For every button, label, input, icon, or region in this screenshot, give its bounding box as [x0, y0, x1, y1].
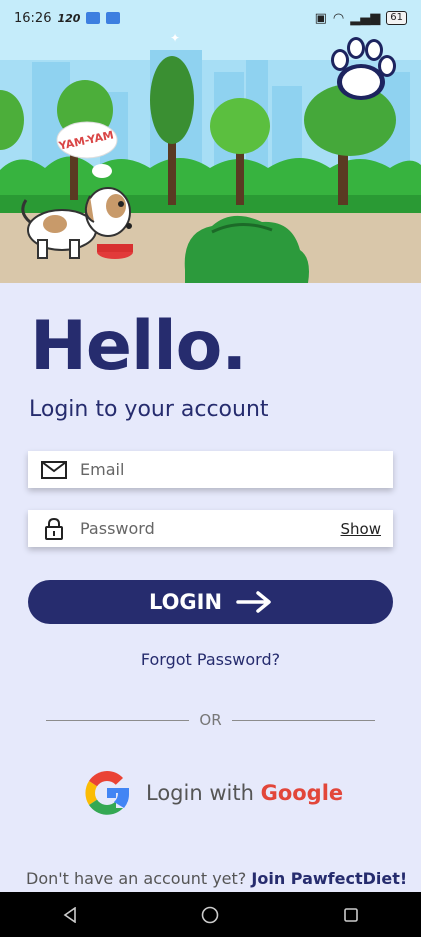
arrow-right-icon [236, 591, 271, 613]
nfc-icon: ▣ [314, 10, 327, 26]
hero-illustration: YAM-YAM ✦ [0, 0, 421, 283]
show-password-link[interactable]: Show [341, 520, 381, 538]
notification-icon [106, 12, 121, 24]
status-bar-left: 16:26 120 [14, 10, 121, 26]
password-field[interactable]: Show [28, 510, 393, 547]
lock-icon [28, 517, 80, 540]
email-input[interactable] [80, 460, 393, 479]
forgot-password-link[interactable]: Forgot Password? [0, 650, 421, 669]
google-login-prefix: Login with [146, 781, 254, 805]
envelope-icon [28, 460, 80, 479]
join-link[interactable]: Join PawfectDiet! [251, 869, 407, 888]
back-button[interactable] [40, 892, 100, 937]
divider-line-right [231, 719, 376, 721]
wifi-icon: ◠ [332, 10, 345, 26]
back-triangle-icon [63, 906, 76, 923]
google-word: Google [260, 781, 344, 805]
upload-icon [86, 12, 101, 24]
login-button-label: LOGIN [148, 590, 223, 614]
signal-icon: ▂▄▆ [350, 10, 381, 26]
no-account-text: Don't have an account yet? [26, 869, 247, 888]
google-login-button[interactable]: Login with Google [80, 766, 343, 820]
google-logo-icon [85, 771, 130, 815]
or-divider: OR [46, 709, 376, 731]
divider-line-left [46, 719, 190, 721]
password-input[interactable] [80, 519, 341, 538]
status-time: 16:26 [14, 10, 52, 26]
recents-square-icon [344, 907, 358, 922]
or-label: OR [199, 711, 222, 729]
status-bar-right: ▣ ◠ ▂▄▆ 61 [315, 11, 407, 26]
navigation-bar [0, 892, 421, 937]
email-field[interactable] [28, 451, 393, 488]
page-subtitle: Login to your account [29, 397, 269, 422]
battery-icon: 61 [386, 11, 407, 25]
home-button[interactable] [180, 892, 240, 937]
status-bar: 16:26 120 ▣ ◠ ▂▄▆ 61 [0, 0, 421, 36]
page-title: Hello. [30, 307, 247, 386]
network-speed: 120 [57, 11, 81, 25]
google-login-text: Login with Google [146, 781, 343, 805]
signup-prompt: Don't have an account yet? Join PawfectD… [26, 869, 407, 888]
home-circle-icon [202, 906, 219, 923]
login-button[interactable]: LOGIN [28, 580, 393, 624]
recents-button[interactable] [321, 892, 381, 937]
